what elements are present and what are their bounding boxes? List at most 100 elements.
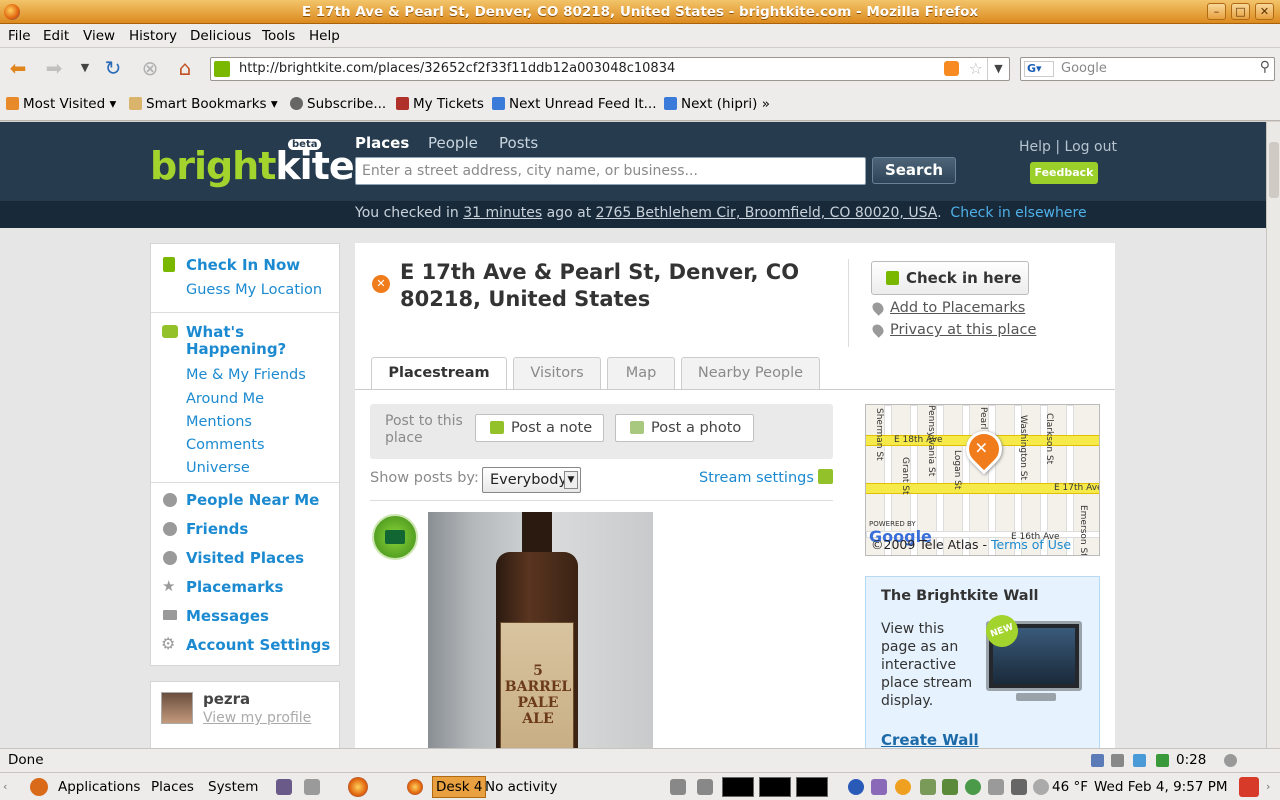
weather-sun-icon[interactable] [895,779,911,795]
status-addon-icon[interactable] [1091,754,1104,767]
menu-system[interactable]: System [208,779,258,795]
nav-visited-places[interactable]: Visited Places [186,549,304,567]
check-in-elsewhere-link[interactable]: Check in elsewhere [950,205,1086,221]
status-addon-icon[interactable] [1133,754,1146,767]
checkin-address-link[interactable]: 2765 Bethlehem Cir, Broomfield, CO 80020… [596,205,937,221]
menu-file[interactable]: File [8,28,31,44]
menu-edit[interactable]: Edit [43,28,69,44]
workspace-desk-4[interactable]: Desk 4 [432,776,487,798]
feed-universe[interactable]: Universe [186,460,250,476]
firefox-task-icon[interactable] [407,779,423,795]
post-photo[interactable]: 5 BARREL PALE ALE [428,512,653,748]
status-addon-icon[interactable] [1224,754,1237,767]
temperature-readout[interactable]: 46 °F [1052,779,1088,795]
feed-me-and-friends[interactable]: Me & My Friends [186,367,306,383]
tray-icon[interactable] [988,779,1004,795]
nav-people-near-me[interactable]: People Near Me [186,491,319,509]
history-dropdown-icon[interactable]: ▼ [72,56,98,82]
profile-username[interactable]: pezra [203,690,250,708]
bookmark-next-unread[interactable]: Next Unread Feed It... [492,96,657,112]
nav-account-settings[interactable]: Account Settings [186,636,330,654]
show-posts-select[interactable]: Everybody ▼ [482,467,581,493]
menu-help[interactable]: Help [309,28,340,44]
url-bar[interactable]: http://brightkite.com/places/32652cf2f33… [210,57,1010,81]
bookmark-smart-bookmarks[interactable]: Smart Bookmarks ▾ [129,96,278,112]
place-search-input[interactable]: Enter a street address, city name, or bu… [355,157,866,185]
post-note-button[interactable]: Post a note [475,414,604,442]
menu-view[interactable]: View [83,28,115,44]
privacy-link[interactable]: Privacy at this place [890,322,1036,338]
menu-applications[interactable]: Applications [58,779,140,795]
volume-icon[interactable] [1011,779,1027,795]
nav-friends[interactable]: Friends [186,520,248,538]
google-engine-icon[interactable]: G▾ [1024,61,1054,77]
tab-placestream[interactable]: Placestream [371,357,507,390]
memory-graph[interactable] [759,777,791,797]
whats-happening-link[interactable]: What's Happening? [186,324,326,358]
tray-icon[interactable] [871,779,887,795]
search-icon[interactable]: ⚲ [1260,59,1270,75]
forward-icon[interactable]: ➡ [41,56,67,82]
tray-icon[interactable] [920,779,936,795]
rss-icon[interactable] [818,469,833,484]
search-placeholder[interactable]: Google [1061,61,1107,76]
view-profile-link[interactable]: View my profile [203,710,311,726]
bookmark-star-icon[interactable]: ☆ [969,59,983,78]
maximize-button[interactable]: □ [1231,3,1250,20]
clock[interactable]: Wed Feb 4, 9:57 PM [1094,779,1227,795]
bookmark-next-hipri[interactable]: Next (hipri) » [664,96,770,112]
place-map[interactable]: E 18th Ave E 17th Ave E 16th Ave Sherman… [865,404,1100,556]
firefox-launcher-icon[interactable] [348,777,368,797]
cpu-graph[interactable] [722,777,754,797]
nav-placemarks[interactable]: Placemarks [186,578,283,596]
header-tab-places[interactable]: Places [355,134,409,152]
back-icon[interactable]: ⬅ [5,56,31,82]
weather-icon[interactable] [1033,779,1049,795]
power-icon[interactable] [1239,777,1259,797]
add-to-placemarks-link[interactable]: Add to Placemarks [890,300,1025,316]
bookmark-subscribe[interactable]: Subscribe... [290,96,386,112]
feed-comments[interactable]: Comments [186,437,265,453]
menu-history[interactable]: History [129,28,177,44]
status-addon-icon[interactable] [1156,754,1169,767]
stream-settings-link[interactable]: Stream settings [699,470,814,486]
battery-icon[interactable] [942,779,958,795]
minimize-button[interactable]: – [1207,3,1226,20]
search-button[interactable]: Search [872,157,956,184]
feedback-button[interactable]: Feedback [1030,162,1098,184]
system-monitor-icon[interactable] [670,779,686,795]
panel-left-arrow-icon[interactable]: ‹ [3,779,15,795]
guess-location-link[interactable]: Guess My Location [186,282,322,298]
url-text[interactable]: http://brightkite.com/places/32652cf2f33… [239,61,675,76]
brightkite-logo[interactable]: brightkite [150,144,355,188]
close-button[interactable]: ✕ [1255,3,1274,20]
reload-icon[interactable]: ↻ [100,56,126,82]
avatar[interactable] [161,692,193,724]
help-link[interactable]: Help [1019,139,1051,155]
bookmark-my-tickets[interactable]: My Tickets [396,96,484,112]
post-author-avatar[interactable] [372,514,418,560]
page-scrollbar[interactable] [1266,122,1280,748]
feed-around-me[interactable]: Around Me [186,391,264,407]
menu-places[interactable]: Places [151,779,194,795]
panel-right-arrow-icon[interactable]: › [1266,779,1278,795]
tab-visitors[interactable]: Visitors [513,357,601,389]
bluetooth-icon[interactable] [848,779,864,795]
tab-nearby-people[interactable]: Nearby People [681,357,820,389]
launcher-icon[interactable] [304,779,320,795]
menu-tools[interactable]: Tools [262,28,295,44]
launcher-icon[interactable] [276,779,292,795]
header-tab-people[interactable]: People [428,134,478,152]
status-addon-icon[interactable] [1111,754,1124,767]
checkin-time-link[interactable]: 31 minutes [463,205,542,221]
logout-link[interactable]: Log out [1065,139,1117,155]
feed-mentions[interactable]: Mentions [186,414,252,430]
nav-messages[interactable]: Messages [186,607,269,625]
stop-icon[interactable]: ⊗ [137,56,163,82]
browser-search[interactable]: G▾ Google ⚲ [1020,57,1275,81]
check-in-now-link[interactable]: Check In Now [186,256,300,274]
post-photo-button[interactable]: Post a photo [615,414,754,442]
tab-map[interactable]: Map [607,357,675,389]
home-icon[interactable]: ⌂ [172,56,198,82]
header-tab-posts[interactable]: Posts [499,134,538,152]
